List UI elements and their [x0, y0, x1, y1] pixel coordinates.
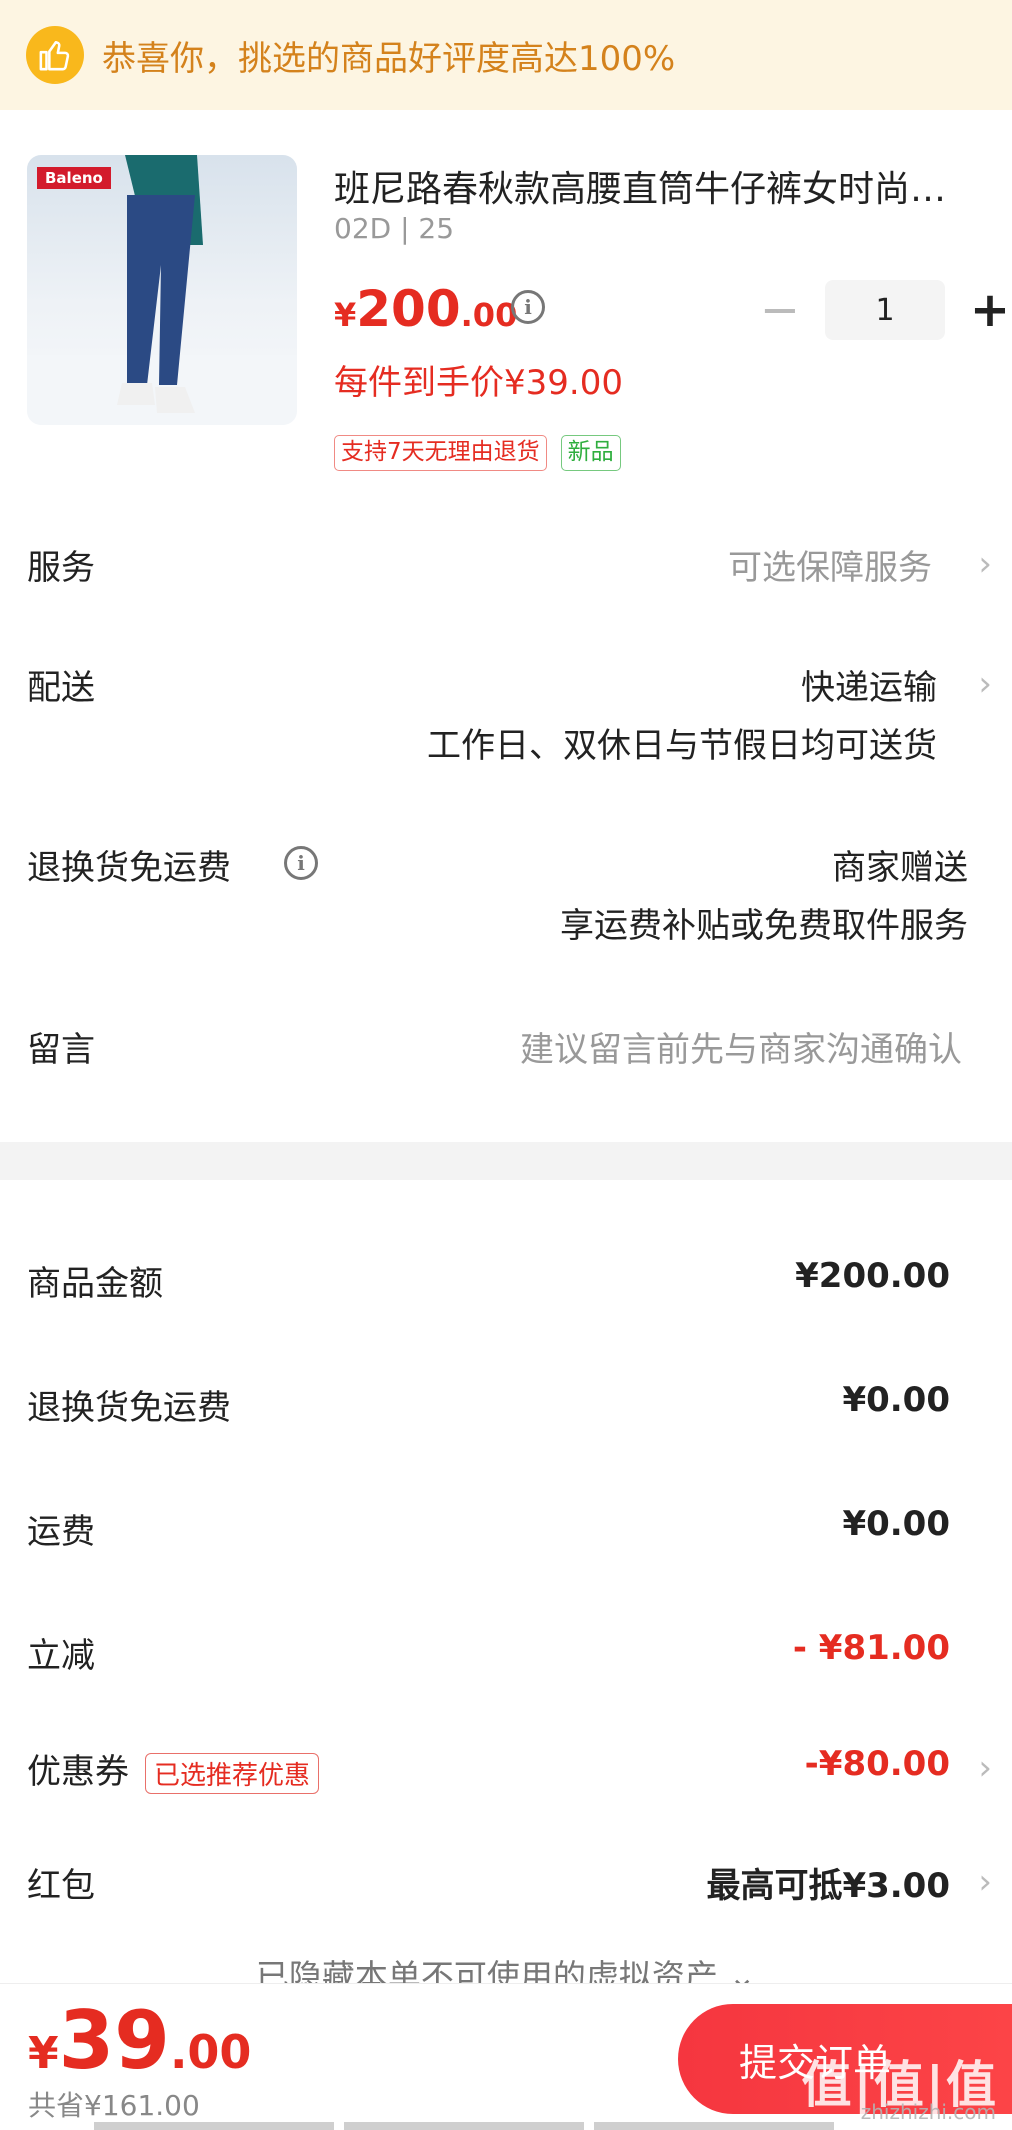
- section-divider: [0, 1142, 1012, 1180]
- increase-button[interactable]: +: [965, 286, 1012, 334]
- instant-discount-row: 立减 - ¥81.00: [0, 1628, 1012, 1688]
- chevron-right-icon: ›: [978, 1862, 992, 1902]
- goods-amount-row: 商品金额 ¥200.00: [0, 1256, 1012, 1316]
- total-integer: 39: [58, 1994, 170, 2087]
- chevron-right-icon: ›: [978, 1748, 992, 1788]
- goods-amount-label: 商品金额: [27, 1264, 163, 1304]
- service-value: 可选保障服务: [728, 548, 932, 588]
- product-card: Baleno 班尼路春秋款高腰直筒牛仔裤女时尚… 02D | 25 ¥ 200 …: [0, 110, 1012, 510]
- product-tags: 支持7天无理由退货 新品: [334, 435, 621, 471]
- message-row: 留言 建议留言前先与商家沟通确认: [0, 1022, 1012, 1082]
- delivery-value: 快递运输: [801, 668, 937, 708]
- return-freight-value: 商家赠送: [832, 848, 968, 888]
- goods-amount-value: ¥200.00: [795, 1256, 950, 1296]
- decrease-button[interactable]: −: [755, 286, 805, 334]
- return-freight-row: 退换货免运费 i 商家赠送 享运费补贴或免费取件服务: [0, 840, 1012, 950]
- coupon-recommended-tag: 已选推荐优惠: [145, 1753, 320, 1794]
- message-input[interactable]: 建议留言前先与商家沟通确认: [520, 1022, 962, 1071]
- indicator-bar: [94, 2122, 334, 2130]
- price-symbol: ¥: [334, 296, 357, 334]
- service-row[interactable]: 服务 可选保障服务 ›: [0, 540, 1012, 600]
- coupon-value: -¥80.00: [804, 1744, 950, 1784]
- return-policy-tag: 支持7天无理由退货: [334, 435, 547, 471]
- shipping-row: 运费 ¥0.00: [0, 1504, 1012, 1564]
- price-info-icon[interactable]: i: [511, 290, 545, 324]
- total-saved: 共省¥161.00: [28, 2089, 200, 2122]
- delivery-schedule: 工作日、双休日与节假日均可送货: [427, 726, 937, 766]
- chevron-right-icon: ›: [978, 664, 992, 704]
- return-freight-fee-label: 退换货免运费: [27, 1388, 231, 1428]
- indicator-bar: [594, 2122, 834, 2130]
- total-decimal: .00: [169, 2025, 252, 2079]
- thumbs-up-icon: [26, 26, 84, 84]
- final-unit-price: 每件到手价¥39.00: [334, 363, 623, 403]
- info-icon[interactable]: i: [284, 846, 318, 880]
- coupon-row[interactable]: 优惠券 已选推荐优惠 -¥80.00 ›: [0, 1744, 1012, 1804]
- price-integer: 200: [356, 280, 461, 338]
- product-title[interactable]: 班尼路春秋款高腰直筒牛仔裤女时尚…: [334, 160, 994, 212]
- delivery-row[interactable]: 配送 快递运输 › 工作日、双休日与节假日均可送货: [0, 660, 1012, 770]
- chevron-right-icon: ›: [978, 544, 992, 584]
- return-freight-fee-row: 退换货免运费 ¥0.00: [0, 1380, 1012, 1440]
- coupon-label-group: 优惠券 已选推荐优惠: [27, 1744, 320, 1794]
- page-indicator: [94, 2122, 834, 2130]
- product-image[interactable]: Baleno: [27, 155, 297, 425]
- message-label: 留言: [27, 1030, 95, 1070]
- praise-banner: 恭喜你，挑选的商品好评度高达100%: [0, 0, 1012, 110]
- return-freight-sub: 享运费补贴或免费取件服务: [560, 906, 968, 946]
- return-freight-label: 退换货免运费: [27, 848, 231, 888]
- delivery-label: 配送: [27, 668, 95, 708]
- red-packet-row[interactable]: 红包 最高可抵¥3.00 ›: [0, 1858, 1012, 1918]
- quantity-stepper: − 1 +: [755, 280, 1012, 340]
- total-price: ¥ 39 .00: [28, 1994, 251, 2087]
- coupon-label: 优惠券: [27, 1752, 129, 1792]
- new-item-tag: 新品: [560, 435, 621, 471]
- product-sku[interactable]: 02D | 25: [334, 212, 454, 245]
- return-freight-fee-value: ¥0.00: [842, 1380, 950, 1420]
- product-price: ¥ 200 .00: [334, 280, 517, 338]
- watermark-url: zhizhizhi.com: [860, 2100, 996, 2124]
- indicator-bar: [344, 2122, 584, 2130]
- shipping-label: 运费: [27, 1512, 95, 1552]
- instant-discount-label: 立减: [27, 1636, 95, 1676]
- red-packet-value: 最高可抵¥3.00: [706, 1866, 950, 1906]
- total-symbol: ¥: [28, 2028, 59, 2079]
- instant-discount-value: - ¥81.00: [792, 1628, 950, 1668]
- jeans-illustration: [27, 155, 297, 425]
- service-label: 服务: [27, 548, 95, 588]
- price-decimal: .00: [460, 296, 518, 334]
- banner-text: 恭喜你，挑选的商品好评度高达100%: [102, 38, 676, 79]
- red-packet-label: 红包: [27, 1866, 95, 1906]
- shipping-value: ¥0.00: [842, 1504, 950, 1544]
- quantity-input[interactable]: 1: [825, 280, 945, 340]
